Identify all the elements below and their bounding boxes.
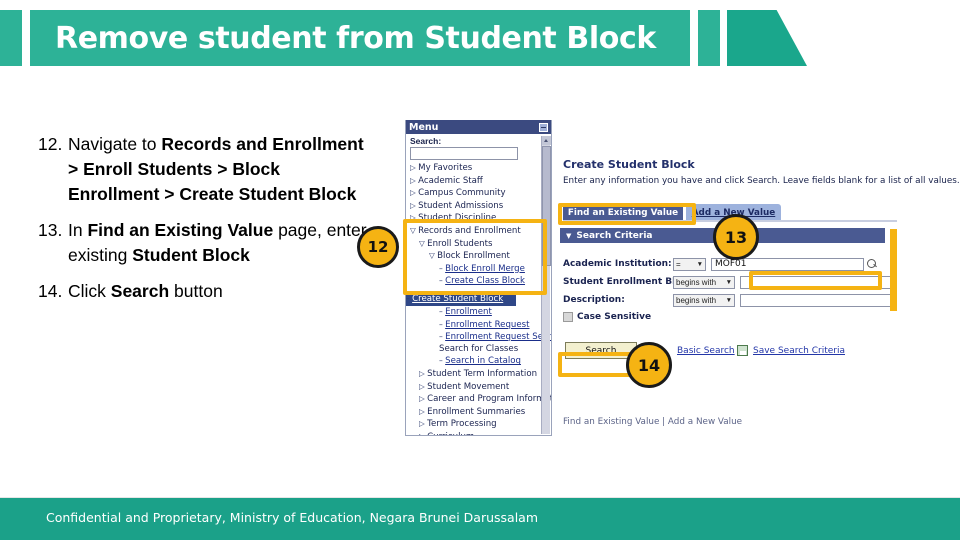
chevron-right-icon: ▷ [419,432,427,435]
header-accent-strip [698,10,720,66]
case-sensitive-row[interactable]: Case Sensitive [563,312,651,322]
chevron-right-icon: ▷ [419,394,428,404]
chevron-down-icon: ▼ [725,296,732,304]
menu-item[interactable]: – Search in Catalog [406,355,551,368]
menu-item-label: Create Student Block [412,293,504,304]
menu-item-label: Curriculum [427,432,474,435]
case-sensitive-checkbox[interactable] [563,312,573,322]
menu-title-label: Menu [409,121,439,133]
menu-item-label: Student Movement [427,381,510,392]
menu-item-label: Term Processing [427,419,497,430]
operator-select-academic-institution[interactable]: = ▼ [673,257,706,271]
highlight-menu-path [403,219,547,295]
slide-canvas: Remove student from Student Block 12. Nav… [0,0,960,540]
menu-item[interactable]: ▷ Campus Community [406,187,551,200]
highlight-edge-bar [890,229,897,311]
menu-item-list: ▷ My Favorites ▷ Academic Staff ▷ Campus C… [406,162,551,435]
footer-bar: Confidential and Proprietary, Ministry o… [0,498,960,540]
bottom-navigation-links[interactable]: Find an Existing Value | Add a New Value [563,417,742,427]
operator-value-1: begins with [676,277,717,287]
lookup-search-icon[interactable] [867,258,878,270]
menu-item-label: Enrollment [445,306,492,317]
step-text: In Find an Existing Value page, enter ex… [68,220,367,265]
chevron-down-icon: ▼ [696,260,703,268]
menu-item-label: Search for Classes [439,343,519,354]
chevron-right-icon: ▷ [410,163,419,172]
operator-select-student-enrollment-block[interactable]: begins with ▼ [673,275,735,289]
page-title: Remove student from Student Block [55,21,656,56]
chevron-down-icon: ▼ [566,231,572,240]
operator-value-2: begins with [676,295,717,305]
chevron-right-icon: ▷ [410,188,419,198]
chevron-right-icon: ▷ [419,381,428,391]
footer-text: Confidential and Proprietary, Ministry o… [46,510,539,525]
step-number: 13. [38,220,63,240]
instruction-step: 14. Click Search button [38,279,368,304]
menu-item[interactable]: ▷ Academic Staff [406,175,551,188]
instruction-list: 12. Navigate to Records and Enrollment > … [38,132,368,315]
field-row-description: Description: begins with ▼ [563,292,893,308]
menu-item[interactable]: ▷ Career and Program Information [406,393,551,406]
step-text: Navigate to Records and Enrollment > Enr… [68,134,364,204]
input-description[interactable] [740,293,893,307]
chevron-right-icon: ▷ [419,368,428,378]
menu-item-label: My Favorites [418,163,473,173]
menu-item[interactable]: ▷ Enrollment Summaries [406,406,551,419]
menu-search-label: Search: [410,136,442,146]
field-row-academic-institution: Academic Institution: = ▼ MOF01 [563,256,878,272]
callout-badge-13: 13 [713,214,759,260]
highlight-find-existing-value-tab [558,203,696,225]
operator-value-0: = [676,259,681,269]
menu-item[interactable]: Search for Classes [406,344,551,356]
menu-item-label: Student Term Information [427,368,538,379]
callout-badge-12: 12 [357,226,399,268]
floppy-disk-icon [737,345,748,356]
menu-item[interactable]: ▷ Curriculum [406,431,551,435]
menu-item-label: Career and Program Information [427,394,551,405]
menu-item-label: Enrollment Request Search [445,332,552,343]
step-text: Click Search button [68,281,223,301]
step-number: 12. [38,134,63,154]
label-student-enrollment-block: Student Enrollment Block: [563,277,697,287]
content-instructions: Enter any information you have and click… [563,176,960,186]
menu-item-label: Enrollment Request [445,319,530,330]
basic-search-link[interactable]: Basic Search [677,346,735,356]
chevron-down-icon: ▼ [725,278,732,286]
menu-item-label: Campus Community [418,188,506,199]
instruction-step: 13. In Find an Existing Value page, enter… [38,218,368,268]
operator-select-description[interactable]: begins with ▼ [673,293,735,307]
content-page-title: Create Student Block [563,158,695,171]
menu-item-label: Search in Catalog [445,356,521,367]
highlight-student-enrollment-block-field [749,271,882,290]
menu-item-label: Academic Staff [418,175,483,186]
menu-item[interactable]: ▷ Student Term Information [406,368,551,381]
menu-item[interactable]: ▷ Term Processing [406,418,551,431]
label-description: Description: [563,295,625,305]
chevron-right-icon: ▷ [410,175,419,185]
case-sensitive-label: Case Sensitive [577,312,652,322]
step-number: 14. [38,281,63,301]
menu-item[interactable]: ▷ Student Movement [406,381,551,394]
chevron-right-icon: ▷ [419,419,428,429]
label-academic-institution: Academic Institution: [563,259,672,269]
save-search-criteria-link[interactable]: Save Search Criteria [753,346,845,356]
menu-item[interactable]: ▷ My Favorites [406,162,551,175]
menu-item[interactable]: – Enrollment Request Search [406,331,551,344]
scroll-up-icon[interactable] [542,136,551,145]
header-accent-left [0,10,22,66]
search-criteria-label: Search Criteria [576,230,653,241]
menu-item[interactable]: – Enrollment Request [406,319,551,332]
menu-item-label: Student Admissions [418,200,504,211]
menu-item-label: Enrollment Summaries [427,406,526,417]
chevron-right-icon: ▷ [419,406,428,416]
minimize-icon[interactable] [539,122,548,132]
callout-badge-14: 14 [626,342,672,388]
menu-item[interactable]: – Enrollment [406,306,551,319]
menu-item[interactable]: ▷ Student Admissions [406,200,551,213]
menu-title-bar: Menu [406,120,551,134]
chevron-right-icon: ▷ [410,200,419,210]
menu-search-input[interactable] [410,147,518,160]
header-accent-wedge [727,10,807,66]
instruction-step: 12. Navigate to Records and Enrollment > … [38,132,368,207]
